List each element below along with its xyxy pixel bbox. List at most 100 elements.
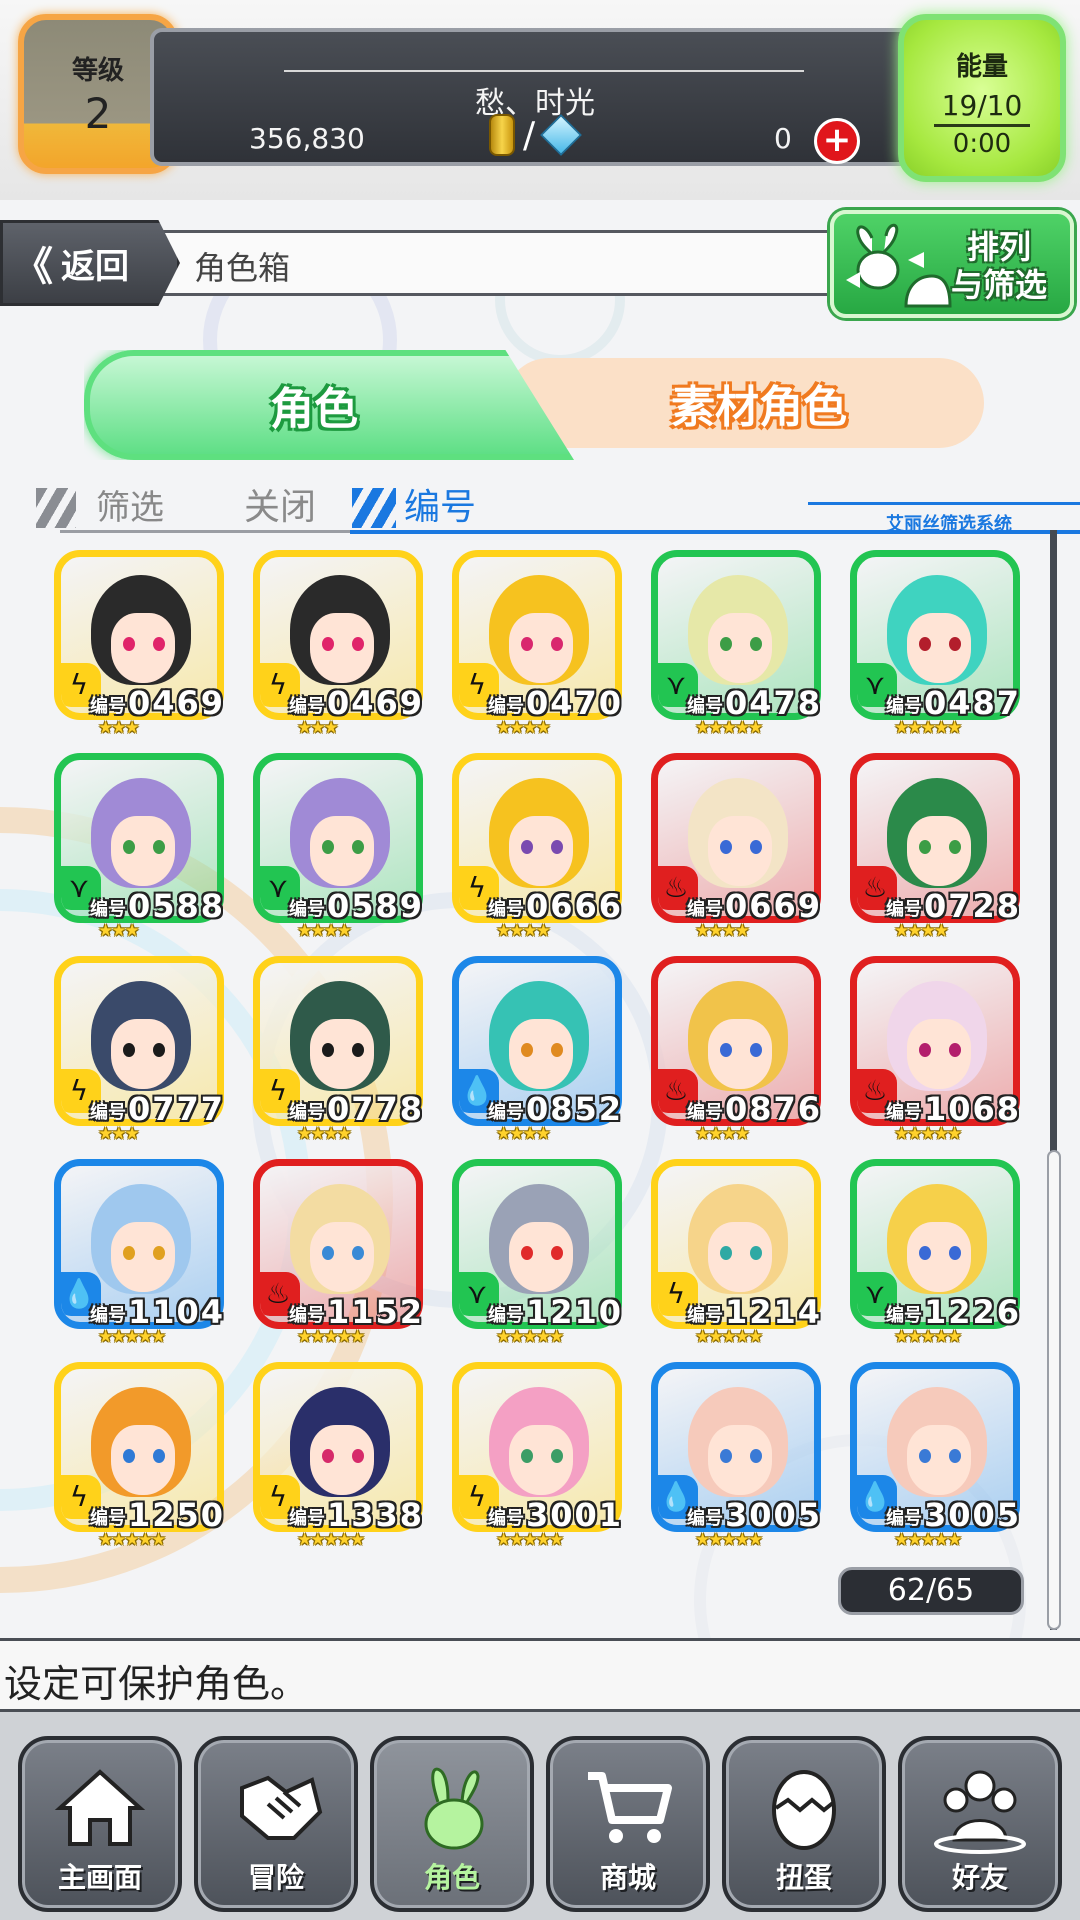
- card-number-value: 1226: [924, 1293, 1022, 1331]
- card-number-label: 编号: [289, 899, 325, 920]
- character-face: [111, 613, 175, 683]
- box-capacity-count: 62/65: [838, 1567, 1024, 1615]
- rarity-stars: ★★★★★: [98, 1530, 166, 1550]
- card-number-label: 编号: [687, 1508, 723, 1529]
- character-eye: [919, 637, 931, 651]
- back-button[interactable]: 《 返回: [0, 220, 180, 306]
- nav-button-friends[interactable]: 好友: [898, 1736, 1062, 1912]
- tab-material-characters[interactable]: 素材角色: [504, 358, 984, 448]
- character-card[interactable]: ⋎ 编号 1226 ★★★★★: [850, 1159, 1026, 1347]
- energy-badge[interactable]: 能量 19/10 0:00: [898, 14, 1066, 182]
- character-card[interactable]: ϟ 编号 1250 ★★★★★: [54, 1362, 230, 1550]
- character-face: [907, 1425, 971, 1495]
- character-eye: [750, 637, 762, 651]
- character-card[interactable]: ⋎ 编号 1210 ★★★★★: [452, 1159, 628, 1347]
- character-face: [310, 1425, 374, 1495]
- rarity-stars: ★★★★: [297, 1124, 352, 1144]
- character-eye: [521, 840, 533, 854]
- rarity-stars: ★★★★: [894, 921, 949, 941]
- energy-label: 能量: [955, 52, 1008, 82]
- back-label: 返回: [61, 246, 129, 287]
- rarity-stars: ★★★★★: [297, 1530, 365, 1550]
- character-face: [509, 1222, 573, 1292]
- character-card[interactable]: ϟ 编号 0469 ★★★: [54, 550, 230, 738]
- sort-key[interactable]: 编号: [404, 478, 476, 530]
- nav-button-egg[interactable]: 扭蛋: [722, 1736, 886, 1912]
- sort-filter-button[interactable]: 排列 与筛选: [830, 210, 1074, 318]
- card-number-value: 1068: [924, 1090, 1022, 1128]
- card-number: 编号 3001: [488, 1496, 623, 1534]
- card-number: 编号 0876: [687, 1090, 822, 1128]
- character-card[interactable]: ♨ 编号 0728 ★★★★: [850, 753, 1026, 941]
- card-number: 编号 0777: [90, 1090, 225, 1128]
- character-card[interactable]: ϟ 编号 0778 ★★★★: [253, 956, 429, 1144]
- character-eye: [322, 1246, 334, 1260]
- character-card[interactable]: ϟ 编号 0777 ★★★: [54, 956, 230, 1144]
- bottom-navigation: 主画面 冒险 角色 商城 扭蛋 好友: [0, 1712, 1080, 1920]
- card-number-value: 1104: [128, 1293, 226, 1331]
- card-number: 编号 0778: [289, 1090, 424, 1128]
- character-card[interactable]: ♨ 编号 0876 ★★★★: [651, 956, 827, 1144]
- character-card[interactable]: ⋎ 编号 0588 ★★★: [54, 753, 230, 941]
- character-card[interactable]: ϟ 编号 1338 ★★★★★: [253, 1362, 429, 1550]
- card-number-value: 0478: [725, 684, 823, 722]
- character-card[interactable]: ϟ 编号 3001 ★★★★★: [452, 1362, 628, 1550]
- nav-button-handshake[interactable]: 冒险: [194, 1736, 358, 1912]
- friends-icon: [934, 1770, 1026, 1854]
- character-card[interactable]: ♨ 编号 0669 ★★★★: [651, 753, 827, 941]
- character-card[interactable]: ϟ 编号 0470 ★★★★: [452, 550, 628, 738]
- card-number-value: 0589: [327, 887, 425, 925]
- name-divider: [284, 70, 804, 72]
- energy-divider: [934, 124, 1030, 127]
- card-number-label: 编号: [488, 1508, 524, 1529]
- character-card[interactable]: ⋎ 编号 0589 ★★★★: [253, 753, 429, 941]
- character-card[interactable]: ♨ 编号 1068 ★★★★★: [850, 956, 1026, 1144]
- card-number-label: 编号: [289, 1305, 325, 1326]
- character-eye: [919, 1449, 931, 1463]
- character-eye: [153, 1449, 165, 1463]
- card-number-label: 编号: [90, 1508, 126, 1529]
- card-number-label: 编号: [886, 1305, 922, 1326]
- add-gem-button[interactable]: +: [814, 118, 860, 164]
- card-number-label: 编号: [687, 899, 723, 920]
- filter-state[interactable]: 关闭: [244, 478, 316, 530]
- scrollbar-thumb[interactable]: [1047, 1150, 1061, 1630]
- character-card[interactable]: ♨ 编号 1152 ★★★★★: [253, 1159, 429, 1347]
- nav-label: 主画面: [57, 1861, 142, 1894]
- character-eye: [720, 840, 732, 854]
- character-card[interactable]: ϟ 编号 0469 ★★★: [253, 550, 429, 738]
- filter-label[interactable]: 筛选: [96, 480, 164, 529]
- gem-icon: [540, 114, 583, 156]
- card-number-value: 0487: [924, 684, 1022, 722]
- nav-button-cart[interactable]: 商城: [546, 1736, 710, 1912]
- card-number-value: 1210: [526, 1293, 624, 1331]
- handshake-icon: [240, 1775, 323, 1840]
- card-number: 编号 3005: [687, 1496, 822, 1534]
- character-eye: [153, 1043, 165, 1057]
- character-card[interactable]: 💧 编号 1104 ★★★★★: [54, 1159, 230, 1347]
- nav-label: 好友: [951, 1861, 1008, 1894]
- home-icon: [54, 1769, 146, 1846]
- card-number: 编号 1226: [886, 1293, 1022, 1331]
- rarity-stars: ★★★★: [695, 921, 750, 941]
- character-card[interactable]: 💧 编号 0852 ★★★★: [452, 956, 628, 1144]
- character-face: [708, 1019, 772, 1089]
- card-number-label: 编号: [90, 1305, 126, 1326]
- character-face: [111, 1019, 175, 1089]
- character-eye: [153, 1246, 165, 1260]
- character-card[interactable]: ϟ 编号 0666 ★★★★: [452, 753, 628, 941]
- character-card[interactable]: ⋎ 编号 0478 ★★★★★: [651, 550, 827, 738]
- nav-button-home[interactable]: 主画面: [18, 1736, 182, 1912]
- help-bar: 设定可保护角色。: [0, 1638, 1080, 1712]
- tab-characters[interactable]: 角色: [84, 350, 574, 460]
- character-card[interactable]: ⋎ 编号 0487 ★★★★★: [850, 550, 1026, 738]
- cart-icon: [588, 1772, 672, 1843]
- character-card[interactable]: ϟ 编号 1214 ★★★★★: [651, 1159, 827, 1347]
- character-card[interactable]: 💧 编号 3005 ★★★★★: [651, 1362, 827, 1550]
- character-card[interactable]: 💧 编号 3005 ★★★★★: [850, 1362, 1026, 1550]
- character-face: [509, 613, 573, 683]
- card-number: 编号 0669: [687, 887, 822, 925]
- character-face: [907, 1222, 971, 1292]
- nav-button-rabbit[interactable]: 角色: [370, 1736, 534, 1912]
- character-face: [708, 816, 772, 886]
